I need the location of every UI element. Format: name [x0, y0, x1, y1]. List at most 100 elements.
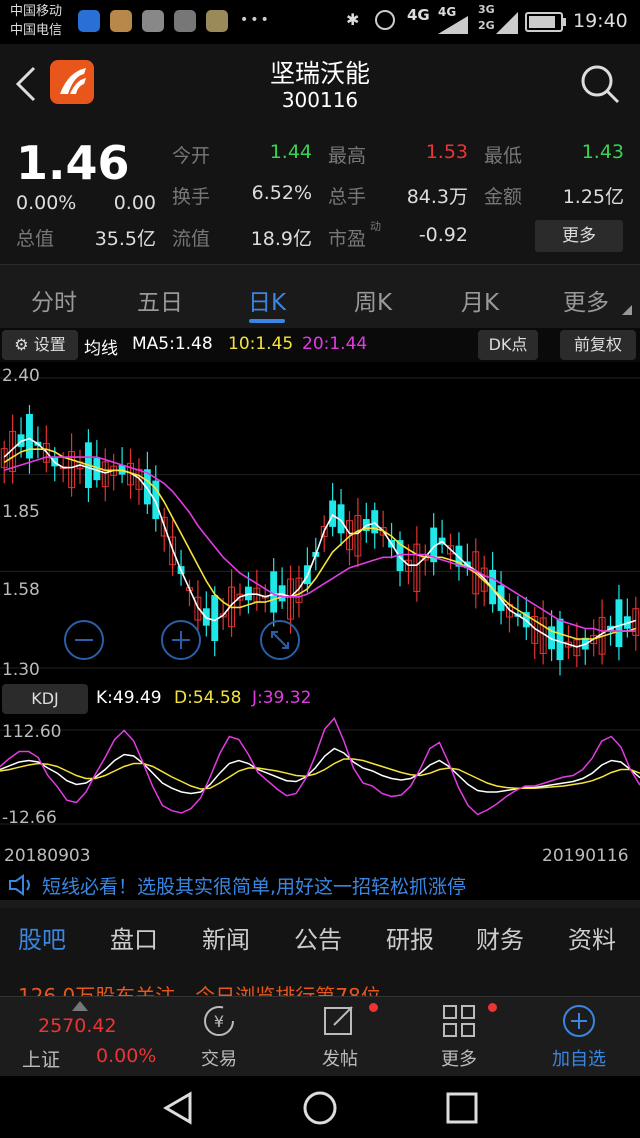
candle — [253, 569, 261, 611]
kdj-chart[interactable]: 112.60 -12.66 — [0, 716, 640, 838]
dropdown-corner-icon — [622, 305, 632, 315]
tab-more[interactable]: 更多 — [546, 283, 626, 317]
battery-icon — [525, 12, 563, 32]
network-4g-1: 4G — [407, 6, 430, 24]
candle — [615, 584, 623, 661]
nav-home-icon[interactable] — [302, 1090, 338, 1126]
tab-profile[interactable]: 资料 — [568, 920, 616, 955]
content-tabs: 股吧 盘口 新闻 公告 研报 财务 资料 — [0, 908, 640, 966]
candle — [548, 610, 556, 662]
high-label: 最高 — [328, 145, 367, 167]
tab-research[interactable]: 研报 — [386, 920, 434, 955]
tab-news[interactable]: 新闻 — [202, 920, 250, 955]
tab-monthly-k[interactable]: 月K — [440, 283, 520, 317]
index-value: 2570.42 — [38, 1015, 117, 1037]
tab-five-day[interactable]: 五日 — [120, 283, 200, 317]
y-tick: 1.58 — [2, 580, 40, 600]
ad-text[interactable]: 短线必看！选股其实很简单,用好这一招轻松抓涨停 — [42, 872, 466, 899]
tab-intraday[interactable]: 分时 — [14, 283, 94, 317]
add-circle-icon — [563, 1005, 595, 1037]
trade-button[interactable]: ¥ 交易 — [174, 997, 264, 1077]
volume-label: 总手 — [328, 186, 367, 208]
ma5-value: MA5:1.48 — [132, 334, 213, 354]
tab-daily-k[interactable]: 日K — [227, 283, 307, 317]
post-button[interactable]: 发帖 — [295, 997, 385, 1077]
ad-banner[interactable]: 短线必看！选股其实很简单,用好这一招轻松抓涨停 — [0, 870, 640, 900]
open-value: 1.44 — [269, 141, 312, 163]
notification-dot — [369, 1003, 378, 1012]
candle — [76, 449, 84, 484]
notification-app-icon — [110, 10, 132, 32]
nav-recents-icon[interactable] — [444, 1090, 480, 1126]
nav-back-icon[interactable] — [160, 1090, 196, 1126]
post-label: 发帖 — [322, 1049, 358, 1070]
amount-value: 1.25亿 — [562, 186, 624, 208]
grid-icon — [443, 1005, 475, 1037]
kdj-k-value: K:49.49 — [96, 688, 162, 708]
kdj-line-J — [0, 717, 640, 816]
status-bar: 中国移动 中国电信 ••• ✱ 4G 4G 3G 2G 19:40 — [0, 0, 640, 44]
y-tick-min: 1.30 — [2, 660, 40, 680]
kline-chart[interactable]: 2.40 1.85 1.58 1.30 — [0, 362, 640, 682]
date-start: 20180903 — [4, 846, 91, 866]
turnover-value: 6.52% — [251, 182, 312, 204]
dk-point-button[interactable]: DK点 — [478, 330, 538, 360]
gear-icon: ⚙ — [14, 335, 29, 354]
tab-announcements[interactable]: 公告 — [294, 920, 342, 955]
add-label: 加自选 — [552, 1049, 606, 1070]
kdj-d-value: D:54.58 — [174, 688, 242, 708]
total-value: 35.5亿 — [94, 228, 156, 250]
quote-panel: 1.46 0.00% 0.00 总值 35.5亿 今开 1.44 最高 1.53… — [0, 126, 640, 264]
amount-label: 金额 — [484, 186, 523, 208]
notification-app-icon — [142, 10, 164, 32]
network-2g: 2G — [478, 19, 495, 32]
search-icon[interactable] — [580, 64, 620, 104]
tab-order-book[interactable]: 盘口 — [110, 920, 158, 955]
index-widget[interactable]: 2570.42 上证 0.00% — [0, 997, 160, 1077]
zoom-out-button[interactable] — [64, 620, 104, 660]
svg-text:¥: ¥ — [214, 1012, 224, 1031]
bluetooth-icon: ✱ — [346, 10, 360, 29]
stock-name: 坚瑞沃能 — [269, 59, 370, 88]
tab-financials[interactable]: 财务 — [476, 920, 524, 955]
more-button[interactable]: 更多 — [414, 997, 504, 1077]
up-arrow-icon — [72, 1001, 88, 1011]
candle — [110, 453, 118, 491]
add-watchlist-button[interactable]: 加自选 — [534, 997, 624, 1077]
tab-weekly-k[interactable]: 周K — [333, 283, 413, 317]
more-notifications-icon: ••• — [240, 12, 271, 28]
candle — [177, 549, 185, 586]
kdj-y-min: -12.66 — [2, 808, 57, 828]
carrier-2: 中国电信 — [10, 23, 63, 38]
kdj-toolbar: KDJ K:49.49 D:54.58 J:39.32 — [0, 682, 640, 716]
feed-preview[interactable]: 126.0万股东关注，今日浏览排行第78位 — [0, 966, 640, 996]
total-value-label: 总值 — [16, 228, 55, 250]
notification-dot — [488, 1003, 497, 1012]
settings-button[interactable]: ⚙ 设置 — [2, 330, 78, 360]
indicator-select-button[interactable]: KDJ — [2, 684, 88, 714]
candle — [68, 433, 76, 497]
candle — [531, 606, 539, 660]
more-label: 更多 — [441, 1049, 477, 1070]
volume-value: 84.3万 — [406, 186, 468, 208]
bottom-bar: 2570.42 上证 0.00% ¥ 交易 发帖 更多 加自选 — [0, 996, 640, 1076]
adjust-button[interactable]: 前复权 — [560, 330, 636, 360]
zoom-in-button[interactable] — [161, 620, 201, 660]
fullscreen-button[interactable] — [260, 620, 300, 660]
more-quote-button[interactable]: 更多 — [535, 220, 623, 252]
float-value: 18.9亿 — [250, 228, 312, 250]
change-value: 0.00 — [113, 192, 156, 214]
tab-forum[interactable]: 股吧 — [18, 920, 66, 955]
network-3g: 3G — [478, 3, 495, 16]
low-value: 1.43 — [581, 141, 624, 163]
kdj-svg[interactable] — [0, 716, 640, 838]
ma10-value: 10:1.45 — [228, 334, 294, 354]
kdj-j-value: J:39.32 — [252, 688, 312, 708]
pe-value: -0.92 — [418, 224, 468, 246]
notification-app-icon — [78, 10, 100, 32]
trade-label: 交易 — [201, 1049, 237, 1070]
notification-app-icon — [174, 10, 196, 32]
candle — [93, 440, 101, 488]
active-tab-indicator — [249, 319, 285, 323]
edit-icon — [324, 1006, 353, 1035]
